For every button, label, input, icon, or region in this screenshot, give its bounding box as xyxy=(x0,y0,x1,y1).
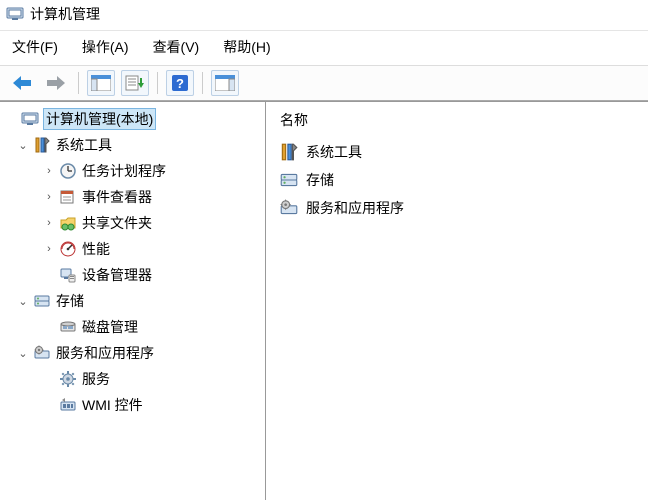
menubar: 文件(F) 操作(A) 查看(V) 帮助(H) xyxy=(0,31,648,65)
toolbar-separator xyxy=(78,72,79,94)
clock-icon xyxy=(58,161,78,181)
panel-icon xyxy=(215,75,235,91)
tree-label: 系统工具 xyxy=(56,135,112,155)
toolbar-separator xyxy=(202,72,203,94)
list-column-header[interactable]: 名称 xyxy=(266,106,648,138)
main-split: 计算机管理(本地) ⌄ 系统工具 › 任务计划程 xyxy=(0,101,648,500)
tree-root[interactable]: 计算机管理(本地) xyxy=(0,106,265,132)
help-icon: ? xyxy=(171,74,189,92)
menu-view[interactable]: 查看(V) xyxy=(153,37,200,57)
storage-icon xyxy=(278,169,300,191)
app-icon xyxy=(6,5,24,23)
menu-file[interactable]: 文件(F) xyxy=(12,37,58,57)
tree-label: 事件查看器 xyxy=(82,187,152,207)
event-viewer-icon xyxy=(58,187,78,207)
show-hide-tree-button[interactable] xyxy=(87,70,115,96)
tree-pane[interactable]: 计算机管理(本地) ⌄ 系统工具 › 任务计划程 xyxy=(0,102,266,500)
twisty-collapsed-icon[interactable]: › xyxy=(40,191,58,203)
titlebar: 计算机管理 xyxy=(0,0,648,31)
tree-storage[interactable]: ⌄ 存储 xyxy=(0,288,265,314)
gear-icon xyxy=(58,369,78,389)
twisty-expanded-icon[interactable]: ⌄ xyxy=(14,347,32,360)
tree-wmi-control[interactable]: WMI 控件 xyxy=(0,392,265,418)
twisty-collapsed-icon[interactable]: › xyxy=(40,217,58,229)
list-item-system-tools[interactable]: 系统工具 xyxy=(266,138,648,166)
tree-label: 服务和应用程序 xyxy=(56,343,154,363)
tree-services-apps[interactable]: ⌄ 服务和应用程序 xyxy=(0,340,265,366)
menu-help[interactable]: 帮助(H) xyxy=(223,37,270,57)
svg-text:?: ? xyxy=(176,76,184,91)
system-tools-icon xyxy=(278,141,300,163)
forward-arrow-icon xyxy=(45,74,67,92)
window-title: 计算机管理 xyxy=(30,4,100,24)
tree-device-manager[interactable]: 设备管理器 xyxy=(0,262,265,288)
tree-shared-folders[interactable]: › 共享文件夹 xyxy=(0,210,265,236)
tree-label: 性能 xyxy=(82,239,110,259)
back-arrow-icon xyxy=(11,74,33,92)
list-item-storage[interactable]: 存储 xyxy=(266,166,648,194)
twisty-expanded-icon[interactable]: ⌄ xyxy=(14,139,32,152)
back-button[interactable] xyxy=(8,70,36,96)
twisty-collapsed-icon[interactable]: › xyxy=(40,243,58,255)
list-item-label: 服务和应用程序 xyxy=(306,198,404,218)
shared-folders-icon xyxy=(58,213,78,233)
forward-button[interactable] xyxy=(42,70,70,96)
tree-label: 磁盘管理 xyxy=(82,317,138,337)
system-tools-icon xyxy=(32,135,52,155)
disk-management-icon xyxy=(58,317,78,337)
help-button[interactable]: ? xyxy=(166,70,194,96)
list-item-label: 系统工具 xyxy=(306,142,362,162)
tree-label: 任务计划程序 xyxy=(82,161,166,181)
wmi-control-icon xyxy=(58,395,78,415)
tree-performance[interactable]: › 性能 xyxy=(0,236,265,262)
list-item-label: 存储 xyxy=(306,170,334,190)
tree-label: 计算机管理(本地) xyxy=(44,109,155,129)
tree-task-scheduler[interactable]: › 任务计划程序 xyxy=(0,158,265,184)
export-list-button[interactable] xyxy=(121,70,149,96)
computer-management-icon xyxy=(20,109,40,129)
list-pane[interactable]: 名称 系统工具 存储 xyxy=(266,102,648,500)
storage-icon xyxy=(32,291,52,311)
tree-label: 共享文件夹 xyxy=(82,213,152,233)
performance-icon xyxy=(58,239,78,259)
tree-label: 服务 xyxy=(82,369,110,389)
services-apps-icon xyxy=(32,343,52,363)
twisty-expanded-icon[interactable]: ⌄ xyxy=(14,295,32,308)
tree-label: 存储 xyxy=(56,291,84,311)
tree-label: 设备管理器 xyxy=(82,265,152,285)
tree-event-viewer[interactable]: › 事件查看器 xyxy=(0,184,265,210)
menu-action[interactable]: 操作(A) xyxy=(82,37,129,57)
tree-label: WMI 控件 xyxy=(82,395,143,415)
toolbar: ? xyxy=(0,65,648,101)
twisty-collapsed-icon[interactable]: › xyxy=(40,165,58,177)
device-manager-icon xyxy=(58,265,78,285)
export-icon xyxy=(125,75,145,91)
list-item-services-apps[interactable]: 服务和应用程序 xyxy=(266,194,648,222)
tree-system-tools[interactable]: ⌄ 系统工具 xyxy=(0,132,265,158)
panel-icon xyxy=(91,75,111,91)
tree-services[interactable]: 服务 xyxy=(0,366,265,392)
tree-disk-management[interactable]: 磁盘管理 xyxy=(0,314,265,340)
toolbar-separator xyxy=(157,72,158,94)
refresh-view-button[interactable] xyxy=(211,70,239,96)
services-apps-icon xyxy=(278,197,300,219)
